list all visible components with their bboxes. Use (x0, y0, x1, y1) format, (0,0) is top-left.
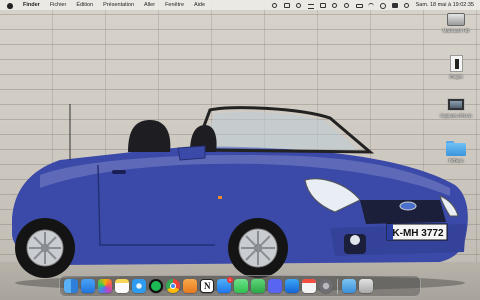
window-icon[interactable] (283, 2, 290, 8)
menu-bar: Finder Fichier Édition Présentation Alle… (0, 0, 480, 10)
hard-drive-icon (447, 13, 465, 26)
spotlight-search-icon[interactable] (379, 2, 386, 9)
dock-settings-icon[interactable] (319, 279, 333, 293)
display-icon[interactable] (319, 2, 326, 8)
dock-notes-icon[interactable] (115, 279, 129, 293)
desktop-item-images[interactable]: Images (434, 55, 478, 79)
desktop-item-label: Fichiers (448, 158, 464, 163)
wifi-icon[interactable] (367, 2, 374, 8)
folder-icon (446, 141, 466, 156)
dock-separator (337, 278, 338, 294)
siri-icon[interactable] (403, 2, 410, 8)
timer-icon[interactable] (343, 2, 350, 8)
desktop-item-files-folder[interactable]: Fichiers (434, 141, 478, 163)
dock-notion-icon[interactable]: N (200, 279, 214, 293)
dock-pages-icon[interactable] (183, 279, 197, 293)
image-file-icon (449, 55, 463, 72)
desktop-item-label: Images (449, 74, 463, 79)
menu-app-name[interactable]: Finder (23, 2, 40, 8)
menu-go[interactable]: Aller (144, 2, 155, 8)
desktop-item-screenshots[interactable]: Captures d'écran (434, 98, 478, 118)
dock-photos-icon[interactable] (98, 279, 112, 293)
battery-icon[interactable] (355, 3, 363, 8)
dock-discord-icon[interactable] (268, 279, 282, 293)
apple-menu-icon[interactable] (7, 2, 13, 9)
dock-xcode-icon[interactable] (285, 279, 299, 293)
notification-badge: 1 (227, 277, 233, 283)
menu-view[interactable]: Présentation (103, 2, 134, 8)
menu-extra-icon[interactable] (307, 3, 314, 9)
desktop-item-label: Macintosh HD (442, 28, 470, 33)
menu-clock[interactable]: Sam. 18 mai à 19:02:35 (416, 2, 474, 8)
dock-screenshot-folder-icon[interactable] (342, 279, 356, 293)
license-plate-text: K-MH 3772 (392, 228, 444, 239)
desktop-item-macintosh-hd[interactable]: Macintosh HD (434, 13, 478, 33)
dock-facetime-icon[interactable] (251, 279, 265, 293)
dock-finder-icon[interactable] (64, 279, 78, 293)
menu-help[interactable]: Aide (194, 2, 205, 8)
menu-file[interactable]: Fichier (50, 2, 67, 8)
menu-edit[interactable]: Édition (76, 2, 93, 8)
dock-safari-icon[interactable] (132, 279, 146, 293)
dock-trash-icon[interactable] (359, 279, 373, 293)
status-circle-icon[interactable] (271, 2, 278, 8)
control-center-icon[interactable] (391, 2, 398, 8)
menu-window[interactable]: Fenêtre (165, 2, 184, 8)
dock-chrome-icon[interactable] (166, 279, 180, 293)
clock-status-icon[interactable] (295, 2, 302, 8)
dock-calendar-icon[interactable] (302, 279, 316, 293)
dock-app-store-icon[interactable]: 1 (217, 277, 233, 293)
sync-icon[interactable] (331, 2, 338, 8)
dock: N 1 (59, 275, 421, 297)
screenshot-icon (447, 98, 465, 111)
dock-messages-icon[interactable] (234, 279, 248, 293)
car-wallpaper-image: K-MH 3772 (12, 104, 468, 291)
dock-mail-icon[interactable] (81, 279, 95, 293)
dock-spotify-icon[interactable] (149, 279, 163, 293)
desktop-item-label: Captures d'écran (440, 113, 472, 118)
